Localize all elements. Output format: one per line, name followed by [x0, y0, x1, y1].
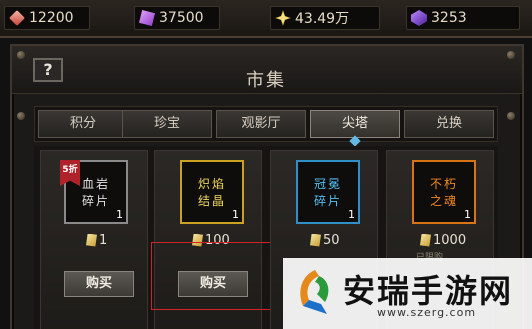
- currency-value: 3253: [431, 10, 467, 26]
- scrip-icon: [420, 233, 431, 247]
- item-name-line2: 碎片: [313, 194, 342, 208]
- item-name-line2: 碎片: [81, 194, 110, 208]
- tab-treasure[interactable]: 珍宝: [122, 110, 212, 138]
- item-name: 冠冕 碎片: [298, 176, 358, 210]
- currency-rune: 37500: [134, 6, 220, 30]
- bolt-icon: [17, 51, 25, 59]
- currency-bar: 12200 37500 43.49万 3253: [0, 0, 532, 38]
- highlight-box: [151, 242, 272, 310]
- currency-value: 43.49万: [295, 11, 350, 27]
- currency-gem: 3253: [406, 6, 520, 30]
- item-slot[interactable]: 炽焰 结晶 1: [180, 160, 244, 224]
- price-value: 1000: [433, 232, 467, 248]
- tab-points[interactable]: 积分: [38, 110, 128, 138]
- item-quantity: 1: [464, 208, 471, 221]
- site-logo-icon: [300, 270, 329, 314]
- currency-value: 37500: [159, 10, 204, 26]
- scrip-icon: [86, 233, 97, 247]
- item-name-line1: 冠冕: [313, 177, 342, 191]
- price-value: 50: [323, 232, 340, 248]
- purple-gem-icon: [411, 10, 427, 26]
- tab-theater[interactable]: 观影厅: [216, 110, 306, 138]
- tab-exchange[interactable]: 兑换: [404, 110, 494, 138]
- bolt-icon: [507, 112, 515, 120]
- scrip-icon: [310, 233, 321, 247]
- item-price: 1: [86, 232, 107, 248]
- watermark-url: www.szerg.com: [377, 306, 477, 319]
- currency-gold: 43.49万: [270, 6, 380, 30]
- item-name-line2: 之魂: [429, 194, 458, 208]
- item-name: 炽焰 结晶: [182, 176, 242, 210]
- item-quantity: 1: [116, 208, 123, 221]
- bolt-icon: [507, 51, 515, 59]
- tab-tower[interactable]: 尖塔: [310, 110, 400, 138]
- currency-value: 12200: [29, 10, 74, 26]
- item-name: 不朽 之魂: [414, 176, 474, 210]
- buy-button[interactable]: 购买: [64, 271, 134, 297]
- item-price: 50: [310, 232, 340, 248]
- currency-blood-crystal: 12200: [4, 6, 90, 30]
- watermark: 安瑞手游网 www.szerg.com: [283, 258, 532, 329]
- rune-icon: [139, 10, 155, 26]
- item-name-line2: 结晶: [197, 194, 226, 208]
- item-name-line1: 不朽: [429, 177, 458, 191]
- bolt-icon: [17, 112, 25, 120]
- item-quantity: 1: [348, 208, 355, 221]
- price-value: 1: [99, 232, 108, 248]
- item-name-line1: 血岩: [81, 177, 110, 191]
- page-title: 市集: [246, 70, 286, 91]
- item-slot[interactable]: 不朽 之魂 1: [412, 160, 476, 224]
- item-name-line1: 炽焰: [197, 177, 226, 191]
- item-quantity: 1: [232, 208, 239, 221]
- item-price: 1000: [420, 232, 466, 248]
- gold-star-icon: [275, 10, 291, 26]
- discount-label: 5折: [62, 165, 78, 175]
- item-slot[interactable]: 冠冕 碎片 1: [296, 160, 360, 224]
- blood-crystal-icon: [9, 10, 25, 26]
